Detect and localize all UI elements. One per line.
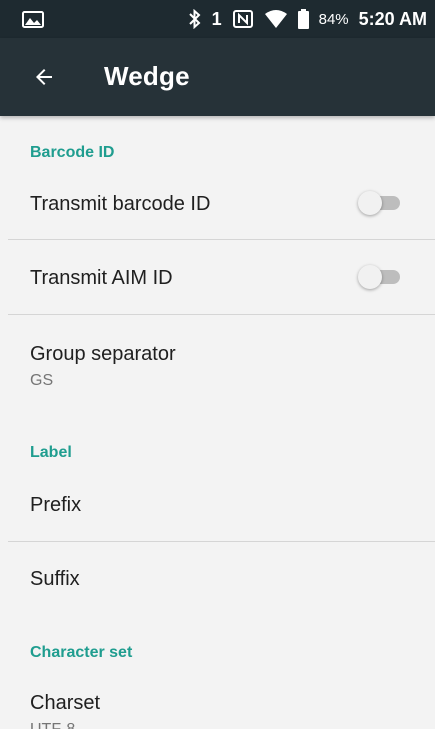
pref-summary: UTF-8: [30, 721, 75, 729]
pref-summary: GS: [30, 372, 54, 389]
page-title: Wedge: [104, 61, 190, 91]
transmit-barcode-id-switch[interactable]: [358, 191, 406, 215]
pref-label: Transmit barcode ID: [30, 193, 211, 215]
arrow-back-icon[interactable]: [32, 65, 56, 89]
pref-label: Prefix: [30, 494, 82, 516]
app-bar: Wedge: [0, 38, 435, 116]
pref-suffix[interactable]: Suffix: [0, 542, 435, 622]
image-icon: [22, 11, 44, 28]
pref-transmit-aim-id[interactable]: Transmit AIM ID: [0, 240, 435, 314]
status-bar: 1 84% 5:20 AM: [0, 0, 435, 38]
pref-transmit-barcode-id[interactable]: Transmit barcode ID: [0, 166, 435, 239]
status-icons: 1 84% 5:20 AM: [188, 0, 427, 38]
pref-group-separator[interactable]: Group separator GS: [0, 315, 435, 405]
section-header-label: Label: [30, 444, 72, 461]
pref-label: Charset: [30, 692, 101, 714]
section-header-character-set: Character set: [30, 644, 133, 661]
battery-icon: [297, 9, 309, 29]
pref-charset[interactable]: Charset UTF-8: [0, 668, 435, 729]
bluetooth-icon: [188, 9, 201, 29]
pref-label: Suffix: [30, 568, 80, 590]
nfc-icon: [232, 10, 253, 28]
pref-label: Group separator: [30, 343, 176, 365]
switch-thumb: [358, 191, 382, 215]
battery-percent: 84%: [318, 10, 349, 28]
section-header-barcode-id: Barcode ID: [30, 144, 115, 161]
pref-label: Transmit AIM ID: [30, 267, 173, 289]
transmit-aim-id-switch[interactable]: [358, 265, 406, 289]
wifi-icon: [264, 10, 287, 28]
signal-number: 1: [211, 8, 222, 29]
clock: 5:20 AM: [358, 8, 427, 29]
pref-prefix[interactable]: Prefix: [0, 468, 435, 541]
switch-thumb: [358, 265, 382, 289]
preferences-list: Barcode ID Transmit barcode ID Transmit …: [0, 116, 435, 729]
